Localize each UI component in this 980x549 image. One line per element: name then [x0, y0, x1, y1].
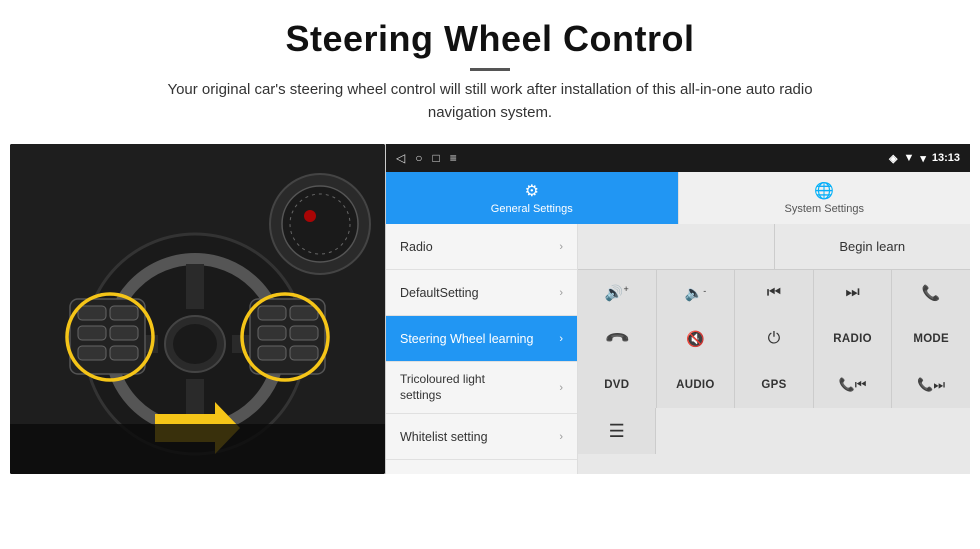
phone-button[interactable]: 📞	[892, 270, 970, 316]
status-left: ◁ ○ □ ≡	[396, 151, 457, 165]
begin-learn-button[interactable]: Begin learn	[775, 224, 971, 269]
tab-system[interactable]: 🌐 System Settings	[678, 172, 971, 224]
clock: 13:13	[932, 152, 960, 164]
header-section: Steering Wheel Control Your original car…	[0, 0, 980, 134]
menu-item-tricoloured[interactable]: Tricoloured lightsettings ›	[386, 362, 577, 414]
subtitle-text: Your original car's steering wheel contr…	[140, 79, 840, 124]
page-wrapper: Steering Wheel Control Your original car…	[0, 0, 980, 549]
system-settings-icon: 🌐	[814, 181, 834, 201]
tel-prev-icon: 📞⏮	[839, 377, 867, 393]
mute-button[interactable]: 🔇	[657, 316, 736, 362]
tel-prev-button[interactable]: 📞⏮	[814, 362, 893, 408]
title-divider	[470, 68, 510, 71]
car-image-panel	[10, 144, 385, 474]
wifi-icon: ▾	[920, 152, 926, 165]
tab-general-label: General Settings	[491, 203, 573, 215]
audio-button[interactable]: AUDIO	[657, 362, 736, 408]
prev-track-icon: ⏮	[767, 284, 781, 302]
menu-item-steering-label: Steering Wheel learning	[400, 332, 533, 346]
controls-row-1: 🔊+ 🔈- ⏮ ⏭ 📞	[578, 270, 970, 316]
tel-next-button[interactable]: 📞⏭	[892, 362, 970, 408]
gps-button[interactable]: GPS	[735, 362, 814, 408]
home-icon[interactable]: ○	[415, 151, 422, 165]
android-panel: ◁ ○ □ ≡ ◈ ▼ ▾ 13:13 ⚙ General Settings	[385, 144, 970, 474]
chevron-icon-default: ›	[559, 287, 563, 299]
prev-track-button[interactable]: ⏮	[735, 270, 814, 316]
recents-icon[interactable]: □	[432, 151, 439, 165]
mute-icon: 🔇	[686, 330, 705, 348]
dvd-label: DVD	[604, 379, 629, 391]
controls-row-4: ☰	[578, 408, 970, 454]
radio-button[interactable]: RADIO	[814, 316, 893, 362]
tab-general[interactable]: ⚙ General Settings	[386, 172, 678, 224]
signal-icon: ▼	[903, 152, 914, 164]
tab-system-label: System Settings	[785, 203, 864, 215]
next-track-icon: ⏭	[845, 284, 859, 302]
vol-up-icon: 🔊+	[605, 284, 629, 302]
hang-up-button[interactable]: 📞	[578, 316, 657, 362]
vol-down-icon: 🔈-	[685, 284, 707, 302]
radio-label: RADIO	[833, 333, 872, 345]
tel-next-icon: 📞⏭	[917, 377, 945, 393]
hang-up-icon: 📞	[603, 325, 631, 353]
menu-item-steering[interactable]: Steering Wheel learning ›	[386, 316, 577, 362]
main-content: Radio › DefaultSetting › Steering Wheel …	[386, 224, 970, 474]
back-icon[interactable]: ◁	[396, 151, 405, 165]
power-icon: ⏻	[768, 330, 781, 348]
controls-row-2: 📞 🔇 ⏻ RADIO MODE	[578, 316, 970, 362]
mode-label: MODE	[913, 333, 949, 345]
menu-item-radio-label: Radio	[400, 240, 433, 254]
car-background	[10, 144, 385, 474]
menu-item-whitelist-label: Whitelist setting	[400, 430, 488, 444]
power-button[interactable]: ⏻	[735, 316, 814, 362]
status-bar: ◁ ○ □ ≡ ◈ ▼ ▾ 13:13	[386, 144, 970, 172]
menu-item-default[interactable]: DefaultSetting ›	[386, 270, 577, 316]
mode-button[interactable]: MODE	[892, 316, 970, 362]
tab-bar: ⚙ General Settings 🌐 System Settings	[386, 172, 970, 224]
list-button[interactable]: ☰	[578, 408, 656, 454]
audio-label: AUDIO	[676, 379, 715, 391]
car-dashboard-svg	[10, 144, 385, 474]
menu-status-icon[interactable]: ≡	[450, 151, 457, 165]
vol-down-button[interactable]: 🔈-	[657, 270, 736, 316]
right-controls-panel: Begin learn 🔊+ 🔈- ⏮	[578, 224, 970, 474]
chevron-icon-whitelist: ›	[559, 431, 563, 443]
location-icon: ◈	[889, 152, 897, 165]
dvd-button[interactable]: DVD	[578, 362, 657, 408]
chevron-icon-tricoloured: ›	[559, 382, 563, 394]
phone-icon: 📞	[922, 284, 941, 302]
empty-cell	[578, 224, 775, 269]
next-track-button[interactable]: ⏭	[814, 270, 893, 316]
page-title: Steering Wheel Control	[60, 18, 920, 60]
menu-item-whitelist[interactable]: Whitelist setting ›	[386, 414, 577, 460]
content-section: ◁ ○ □ ≡ ◈ ▼ ▾ 13:13 ⚙ General Settings	[10, 144, 970, 474]
menu-item-default-label: DefaultSetting	[400, 286, 479, 300]
menu-item-tricoloured-label: Tricoloured lightsettings	[400, 372, 485, 403]
status-right: ◈ ▼ ▾ 13:13	[889, 152, 960, 165]
controls-row-top: Begin learn	[578, 224, 970, 270]
menu-item-radio[interactable]: Radio ›	[386, 224, 577, 270]
vol-up-button[interactable]: 🔊+	[578, 270, 657, 316]
list-icon: ☰	[609, 421, 625, 442]
controls-row-3: DVD AUDIO GPS 📞⏮ 📞⏭	[578, 362, 970, 408]
chevron-icon-steering: ›	[559, 333, 563, 345]
left-menu: Radio › DefaultSetting › Steering Wheel …	[386, 224, 578, 474]
gps-label: GPS	[761, 379, 786, 391]
empty-row4	[656, 408, 970, 454]
general-settings-icon: ⚙	[525, 181, 539, 201]
chevron-icon-radio: ›	[559, 241, 563, 253]
